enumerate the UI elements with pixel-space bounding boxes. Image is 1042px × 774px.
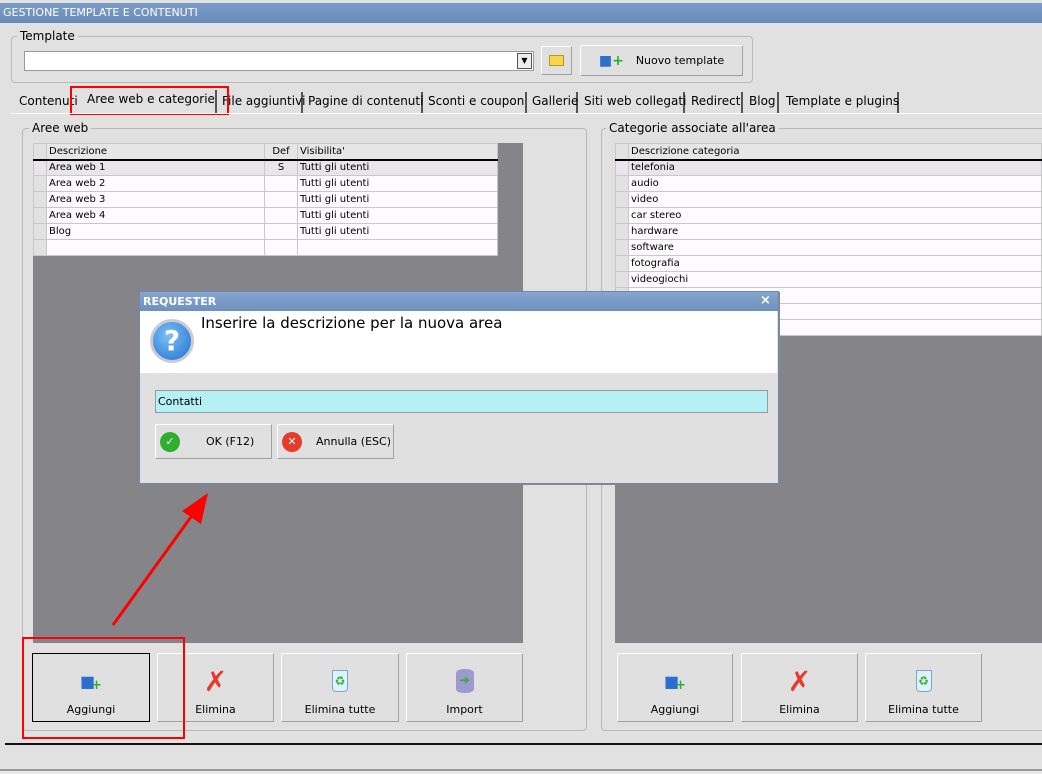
button-label: Elimina: [195, 703, 236, 716]
table-row[interactable]: Area web 2 Tutti gli utenti: [33, 175, 498, 192]
new-template-label: Nuovo template: [635, 54, 725, 67]
status-bar: [0, 769, 1042, 774]
table-row-empty[interactable]: [33, 239, 498, 256]
col-def[interactable]: Def: [264, 143, 298, 161]
tab-blog[interactable]: Blog: [746, 92, 779, 113]
question-icon: ?: [150, 319, 194, 363]
cancel-x-icon: ✕: [282, 431, 302, 452]
tab-sconti[interactable]: Sconti e coupon: [425, 92, 527, 113]
button-label: Import: [446, 703, 483, 716]
table-row[interactable]: audio: [615, 175, 1042, 192]
cancel-button[interactable]: ✕ Annulla (ESC): [277, 424, 394, 459]
database-import-icon: ➜: [453, 669, 477, 693]
template-label: Template: [17, 29, 78, 43]
add-icon: ■+: [663, 671, 687, 693]
aree-web-label: Aree web: [29, 121, 92, 135]
template-combo[interactable]: ▼: [24, 51, 534, 71]
window-title: GESTIONE TEMPLATE E CONTENUTI: [0, 3, 1042, 23]
tab-file-aggiuntivi[interactable]: File aggiuntivi: [219, 92, 306, 113]
tab-pagine[interactable]: Pagine di contenuti: [305, 92, 423, 113]
new-template-button[interactable]: ■+ Nuovo template: [580, 45, 743, 76]
tab-pane-border: [11, 113, 1042, 114]
tab-template-plugins[interactable]: Template e plugins: [783, 92, 899, 113]
elimina-categoria-button[interactable]: ✗ Elimina: [741, 653, 858, 722]
open-folder-button[interactable]: [541, 46, 572, 75]
table-row[interactable]: car stereo: [615, 207, 1042, 224]
table-row[interactable]: software: [615, 239, 1042, 256]
recycle-bin-icon: ♻: [328, 669, 352, 693]
annotation-box-tab: [70, 86, 229, 115]
col-descrizione[interactable]: Descrizione: [46, 143, 265, 161]
import-button[interactable]: ➜ Import: [406, 653, 523, 722]
button-label: Elimina: [779, 703, 820, 716]
recycle-bin-icon: ♻: [912, 669, 936, 693]
table-row[interactable]: Area web 1 S Tutti gli utenti: [33, 159, 498, 176]
delete-x-icon: ✗: [787, 664, 812, 698]
table-row[interactable]: telefonia: [615, 159, 1042, 176]
ok-button[interactable]: ✓ OK (F12): [155, 424, 272, 459]
dialog-title: REQUESTER: [140, 292, 778, 311]
table-row[interactable]: fotografia: [615, 255, 1042, 272]
annotation-box-aggiungi: [22, 637, 185, 739]
chevron-down-icon[interactable]: ▼: [517, 53, 532, 69]
folder-icon: [549, 55, 564, 66]
col-descrizione-categoria[interactable]: Descrizione categoria: [628, 143, 1042, 161]
tab-contenuti[interactable]: Contenuti: [16, 92, 78, 113]
cancel-label: Annulla (ESC): [316, 435, 391, 448]
ok-label: OK (F12): [206, 435, 255, 448]
tab-redirect[interactable]: Redirect: [688, 92, 743, 113]
elimina-tutte-aree-button[interactable]: ♻ Elimina tutte: [281, 653, 399, 722]
table-row[interactable]: video: [615, 191, 1042, 208]
annotation-arrow: [111, 493, 208, 626]
delete-x-icon: ✗: [203, 664, 228, 698]
categorie-label: Categorie associate all'area: [606, 121, 779, 135]
table-row[interactable]: Area web 4 Tutti gli utenti: [33, 207, 498, 224]
button-label: Elimina tutte: [888, 703, 959, 716]
add-icon: ■+: [598, 52, 624, 69]
divider: [5, 743, 1042, 745]
close-icon[interactable]: ×: [759, 294, 772, 307]
aggiungi-categoria-button[interactable]: ■ + Aggiungi: [617, 653, 733, 722]
elimina-tutte-categorie-button[interactable]: ♻ Elimina tutte: [865, 653, 982, 722]
dialog-message: Inserire la descrizione per la nuova are…: [201, 314, 503, 332]
col-visibilita[interactable]: Visibilita': [297, 143, 498, 161]
table-row[interactable]: hardware: [615, 223, 1042, 240]
table-row[interactable]: Area web 3 Tutti gli utenti: [33, 191, 498, 208]
table-row[interactable]: Blog Tutti gli utenti: [33, 223, 498, 240]
button-label: Aggiungi: [650, 703, 700, 716]
button-label: Elimina tutte: [304, 703, 376, 716]
tab-siti[interactable]: Siti web collegati: [581, 92, 686, 113]
description-input[interactable]: [155, 390, 768, 413]
tab-gallerie[interactable]: Gallerie: [529, 92, 578, 113]
check-icon: ✓: [160, 431, 180, 452]
table-row[interactable]: videogiochi: [615, 271, 1042, 288]
requester-dialog: REQUESTER × ? Inserire la descrizione pe…: [139, 291, 779, 484]
